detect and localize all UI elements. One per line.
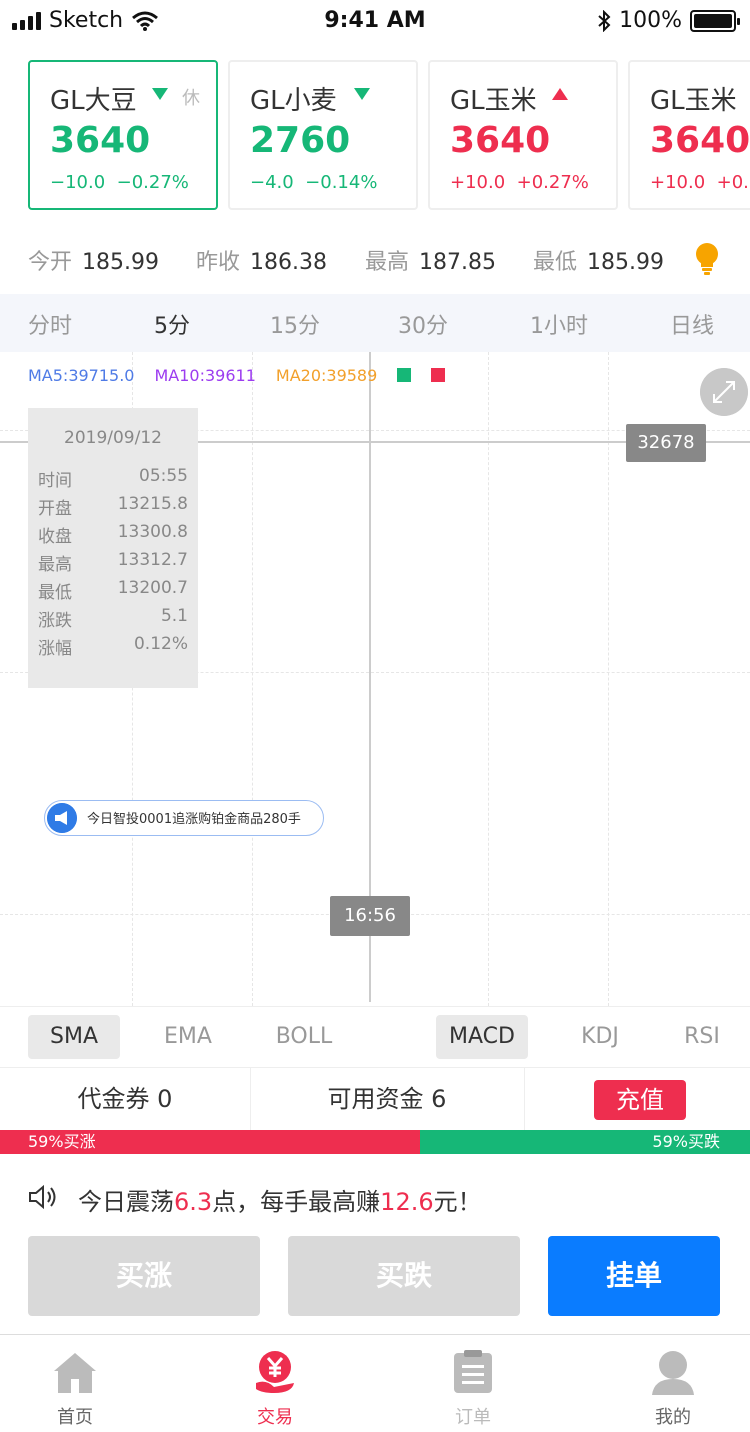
nav-label: 交易 [257, 1407, 293, 1428]
status-right: 100% [597, 8, 740, 33]
available-funds: 可用资金 6 [327, 1085, 447, 1113]
bluetooth-icon [598, 9, 611, 32]
candle-tooltip: 2019/09/12 时间 05:55 开盘 13215.8 收盘 13300.8 最… [28, 408, 198, 688]
ma-legend: MA5:39715.0 MA10:39611 MA20:39589 [28, 366, 446, 385]
pending-order-button[interactable]: 挂单 [548, 1236, 720, 1316]
buy-down-ratio: 59%买跌 [420, 1130, 750, 1154]
recharge-button[interactable]: 充值 [594, 1080, 686, 1120]
speaker-icon [29, 1184, 56, 1210]
stat-high: 最高 187.85 [365, 250, 496, 275]
timeframe-tabs: 分时 5分 15分 30分 1小时 日线 [0, 294, 750, 352]
trade-icon [256, 1351, 294, 1393]
grid-line [252, 352, 253, 1006]
legend-red-square [431, 368, 446, 382]
nav-orders[interactable]: 订单 [398, 1335, 548, 1432]
trend-up-icon [552, 88, 568, 100]
nav-trade[interactable]: 交易 [200, 1335, 350, 1432]
promo-banner: 今日震荡6.3点，每手最高赚12.6元！ [28, 1178, 728, 1218]
stat-open: 今开 185.99 [28, 250, 159, 275]
price-stats: 今开 185.99 昨收 186.38 最高 187.85 最低 185.99 [28, 240, 728, 280]
product-name: GL小麦 [250, 86, 337, 116]
indicator-kdj[interactable]: KDJ [554, 1015, 646, 1059]
product-price: 3640 [650, 120, 750, 161]
battery-icon [690, 9, 740, 32]
trend-down-icon [354, 88, 370, 100]
indicator-boll[interactable]: BOLL [258, 1015, 350, 1059]
product-change: +10.0 +0.27% [450, 172, 589, 193]
product-change: −10.0 −0.27% [50, 172, 189, 193]
buy-up-ratio: 59%买涨 [0, 1130, 420, 1154]
product-price: 3640 [50, 120, 151, 161]
indicator-ema[interactable]: EMA [142, 1015, 234, 1059]
crosshair-price-label: 32678 [626, 424, 706, 462]
product-price: 3640 [450, 120, 551, 161]
status-bar: Sketch 9:41 AM 100% [0, 0, 750, 42]
ma20-value: MA20:39589 [275, 366, 378, 385]
coupon-count: 代金券 0 [77, 1085, 173, 1113]
product-card-soybean[interactable]: GL大豆 休 3640 −10.0 −0.27% [28, 60, 218, 210]
product-card-corn-2[interactable]: GL玉米 3640 +10.0 +0.2 [628, 60, 750, 210]
tab-daily[interactable]: 日线 [670, 308, 714, 340]
product-price: 2760 [250, 120, 351, 161]
tab-30min[interactable]: 30分 [398, 308, 448, 340]
market-closed-badge: 休 [182, 88, 200, 109]
notice-text: 今日智投0001追涨购铂金商品280手 [87, 812, 301, 827]
stat-low: 最低 185.99 [533, 250, 664, 275]
buy-down-button[interactable]: 买跌 [288, 1236, 520, 1316]
kline-chart[interactable]: MA5:39715.0 MA10:39611 MA20:39589 32678 … [0, 352, 750, 1006]
tab-intraday[interactable]: 分时 [28, 308, 72, 340]
fullscreen-icon[interactable] [700, 368, 748, 416]
grid-line [608, 352, 609, 1006]
ma10-value: MA10:39611 [154, 366, 256, 385]
nav-label: 首页 [57, 1407, 93, 1428]
crosshair-time-label: 16:56 [330, 896, 410, 936]
product-name: GL玉米 [450, 86, 537, 116]
trend-down-icon [152, 88, 168, 100]
broadcast-notice[interactable]: 今日智投0001追涨购铂金商品280手 [44, 800, 324, 836]
tooltip-date: 2019/09/12 [64, 428, 162, 448]
battery-percent: 100% [619, 8, 682, 33]
megaphone-icon [47, 803, 77, 833]
product-name: GL玉米 [650, 86, 737, 116]
promo-text: 今日震荡6.3点，每手最高赚12.6元！ [78, 1188, 482, 1216]
product-name: GL大豆 [50, 86, 137, 116]
lightbulb-icon[interactable] [694, 242, 720, 276]
home-icon [54, 1353, 96, 1393]
legend-green-square [397, 368, 412, 382]
indicator-sma[interactable]: SMA [28, 1015, 120, 1059]
ma5-value: MA5:39715.0 [28, 366, 135, 385]
nav-label: 我的 [655, 1407, 691, 1428]
profile-icon [652, 1351, 694, 1395]
bottom-nav: 首页 交易 订单 我的 [0, 1334, 750, 1432]
product-change: +10.0 +0.2 [650, 172, 750, 193]
divider [524, 1068, 525, 1130]
nav-label: 订单 [455, 1407, 491, 1428]
stat-prev-close: 昨收 186.38 [196, 250, 327, 275]
long-short-ratio-bar: 59%买涨 59%买跌 [0, 1130, 750, 1154]
product-card-wheat[interactable]: GL小麦 2760 −4.0 −0.14% [228, 60, 418, 210]
nav-home[interactable]: 首页 [0, 1335, 150, 1432]
funds-bar: 代金券 0 可用资金 6 充值 [0, 1068, 750, 1130]
indicator-rsi[interactable]: RSI [656, 1015, 748, 1059]
product-change: −4.0 −0.14% [250, 172, 378, 193]
tab-5min[interactable]: 5分 [154, 308, 190, 340]
indicator-tabs: SMA EMA BOLL MACD KDJ RSI [0, 1006, 750, 1068]
indicator-macd[interactable]: MACD [436, 1015, 528, 1059]
buy-up-button[interactable]: 买涨 [28, 1236, 260, 1316]
grid-line [488, 352, 489, 1006]
tab-1hour[interactable]: 1小时 [530, 308, 588, 340]
order-icon [454, 1350, 492, 1393]
product-card-corn[interactable]: GL玉米 3640 +10.0 +0.27% [428, 60, 618, 210]
nav-profile[interactable]: 我的 [598, 1335, 748, 1432]
product-card-list: GL大豆 休 3640 −10.0 −0.27% GL小麦 2760 −4.0 … [28, 60, 750, 212]
tab-15min[interactable]: 15分 [270, 308, 320, 340]
